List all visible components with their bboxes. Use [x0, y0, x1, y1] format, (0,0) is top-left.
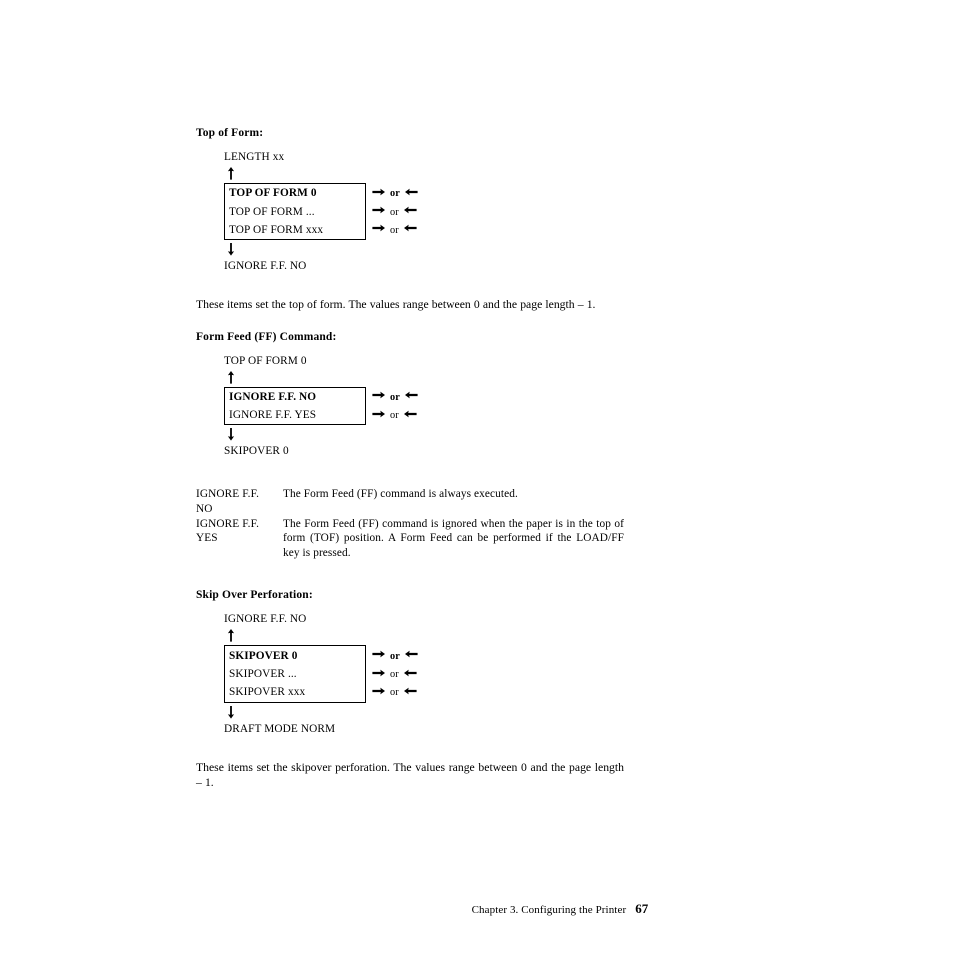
- arrow-right-icon: [372, 223, 385, 236]
- or-label: or: [390, 391, 400, 403]
- section-heading-form-feed-command: Form Feed (FF) Command:: [196, 330, 337, 343]
- arrow-left-icon: [403, 223, 417, 236]
- or-label: or: [390, 188, 400, 200]
- arrow-down-icon: [226, 428, 236, 442]
- menu-row[interactable]: TOP OF FORM ... or: [225, 202, 417, 220]
- arrow-right-icon: [372, 187, 385, 200]
- arrow-up-icon: [226, 629, 236, 643]
- row-annotation: or: [372, 406, 417, 424]
- arrow-left-icon: [403, 409, 417, 422]
- menu-row-label: IGNORE F.F. YES: [229, 409, 317, 422]
- arrow-right-icon: [372, 686, 385, 699]
- description-term: IGNORE F.F. YES: [196, 517, 260, 545]
- menu-row[interactable]: TOP OF FORM xxx or: [225, 221, 417, 239]
- row-annotation: or: [372, 665, 417, 683]
- arrow-left-icon: [404, 390, 418, 403]
- or-label: or: [390, 410, 399, 422]
- menu-row[interactable]: IGNORE F.F. YES or: [225, 406, 417, 424]
- or-label: or: [390, 687, 399, 699]
- menu-row-label: SKIPOVER 0: [229, 649, 298, 662]
- page-content: Top of Form: LENGTH xx TOP OF FORM 0 or …: [196, 126, 624, 791]
- description-table: IGNORE F.F. NO The Form Feed (FF) comman…: [196, 487, 624, 560]
- arrow-right-icon: [372, 390, 385, 403]
- arrow-left-icon: [404, 649, 418, 662]
- menu-row-label: TOP OF FORM 0: [229, 187, 317, 200]
- menu-box: SKIPOVER 0 or SKIPOVER ... or SKIPOVER x…: [224, 645, 418, 703]
- flow-entry-label: TOP OF FORM 0: [224, 354, 307, 367]
- menu-row-label: SKIPOVER ...: [229, 668, 297, 680]
- or-label: or: [390, 224, 399, 236]
- row-annotation: or: [372, 646, 418, 664]
- arrow-right-icon: [372, 668, 385, 681]
- arrow-down-icon: [226, 243, 236, 256]
- page-footer: Chapter 3. Configuring the Printer 67: [0, 901, 954, 917]
- description-definition: The Form Feed (FF) command is ignored wh…: [283, 517, 624, 559]
- row-annotation: or: [372, 683, 417, 701]
- menu-flow-diagram-skipover: IGNORE F.F. NO SKIPOVER 0 or SKIPOVER ..…: [224, 612, 624, 735]
- arrow-down-icon: [226, 705, 236, 719]
- menu-row-label: IGNORE F.F. NO: [229, 390, 317, 403]
- or-label: or: [390, 206, 399, 218]
- table-row: IGNORE F.F. YES The Form Feed (FF) comma…: [196, 517, 624, 561]
- footer-chapter-label: Chapter 3. Configuring the Printer: [471, 904, 627, 916]
- arrow-right-icon: [372, 205, 385, 218]
- arrow-up-icon: [226, 167, 236, 180]
- or-label: or: [390, 669, 399, 680]
- menu-row[interactable]: TOP OF FORM 0 or: [225, 184, 418, 202]
- arrow-up-icon: [226, 370, 236, 384]
- menu-row[interactable]: SKIPOVER 0 or: [225, 646, 418, 664]
- flow-entry-label: LENGTH xx: [224, 151, 285, 163]
- menu-row-label: SKIPOVER xxx: [229, 686, 306, 699]
- section-heading-top-of-form: Top of Form:: [196, 127, 264, 139]
- or-label: or: [390, 650, 400, 662]
- flow-exit-label: DRAFT MODE NORM: [224, 722, 336, 735]
- arrow-left-icon: [404, 187, 418, 200]
- row-annotation: or: [372, 184, 418, 202]
- menu-row[interactable]: IGNORE F.F. NO or: [225, 388, 418, 406]
- menu-row[interactable]: SKIPOVER xxx or: [225, 683, 417, 701]
- row-annotation: or: [372, 388, 418, 406]
- menu-box: IGNORE F.F. NO or IGNORE F.F. YES or: [224, 386, 418, 426]
- arrow-right-icon: [372, 649, 385, 662]
- menu-row[interactable]: SKIPOVER ... or: [225, 665, 417, 683]
- menu-box: TOP OF FORM 0 or TOP OF FORM ... or TOP …: [224, 183, 418, 241]
- arrow-left-icon: [403, 205, 417, 218]
- document-page: Top of Form: LENGTH xx TOP OF FORM 0 or …: [0, 0, 954, 954]
- flow-entry-label: IGNORE F.F. NO: [224, 613, 307, 626]
- section-heading-skip-over-perforation: Skip Over Perforation:: [196, 589, 313, 602]
- description-definition: The Form Feed (FF) command is always exe…: [283, 488, 518, 501]
- flow-exit-label: SKIPOVER 0: [224, 445, 289, 458]
- arrow-left-icon: [403, 668, 417, 681]
- section-paragraph: These items set the top of form. The val…: [196, 298, 596, 312]
- section-paragraph: These items set the skipover perforation…: [196, 760, 624, 790]
- row-annotation: or: [372, 221, 417, 239]
- table-row: IGNORE F.F. NO The Form Feed (FF) comman…: [196, 487, 624, 516]
- flow-exit-label: IGNORE F.F. NO: [224, 260, 307, 273]
- row-annotation: or: [372, 202, 417, 220]
- menu-flow-diagram-form-feed: TOP OF FORM 0 IGNORE F.F. NO or IGNORE F…: [224, 354, 624, 459]
- menu-row-label: TOP OF FORM ...: [229, 205, 315, 218]
- menu-flow-diagram-top-of-form: LENGTH xx TOP OF FORM 0 or TOP OF FORM .…: [224, 150, 624, 273]
- arrow-left-icon: [403, 686, 417, 699]
- footer-page-number: 67: [635, 901, 649, 916]
- arrow-right-icon: [372, 409, 385, 422]
- menu-row-label: TOP OF FORM xxx: [229, 223, 324, 236]
- description-term: IGNORE F.F. NO: [196, 488, 260, 516]
